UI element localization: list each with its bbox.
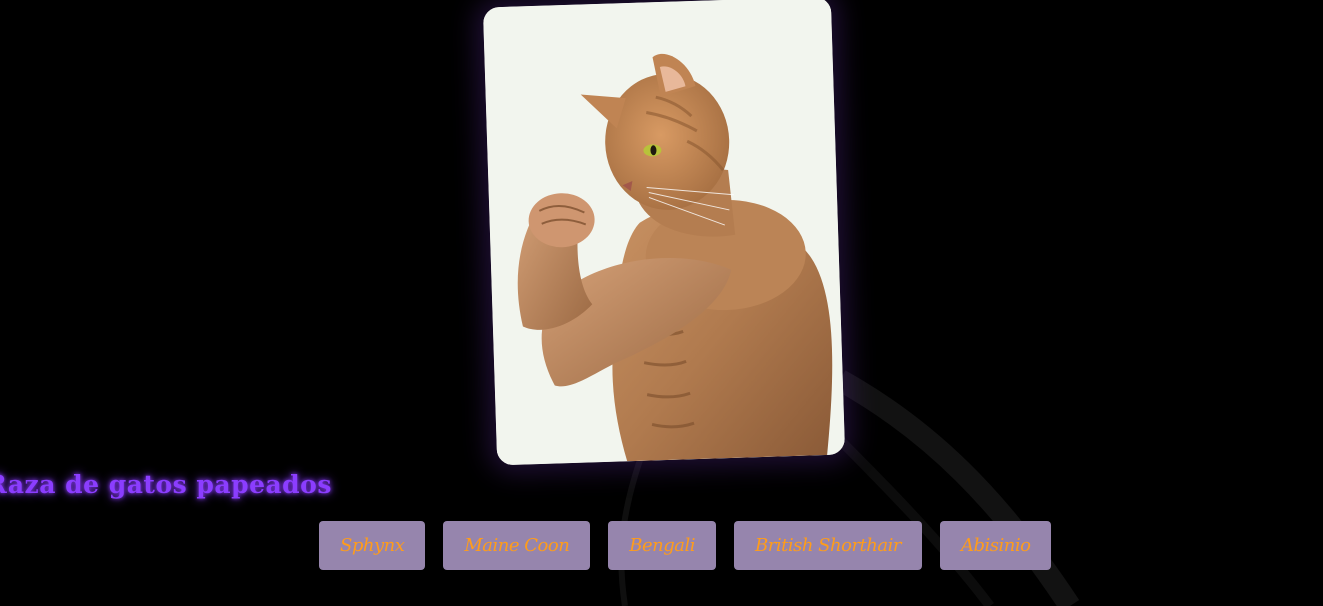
breed-nav: Sphynx Maine Coon Bengali British Shorth… — [319, 521, 1052, 570]
breed-button-maine-coon[interactable]: Maine Coon — [443, 521, 591, 570]
page-stage: Raza de gatos papeados Sphynx Maine Coon… — [0, 0, 1323, 606]
cat-image-card — [482, 0, 846, 466]
breed-button-british-shorthair[interactable]: British Shorthair — [734, 521, 922, 570]
breed-button-bengali[interactable]: Bengali — [608, 521, 717, 570]
breed-button-sphynx[interactable]: Sphynx — [319, 521, 426, 570]
breed-button-abisinio[interactable]: Abisinio — [939, 521, 1052, 570]
page-title: Raza de gatos papeados — [0, 470, 332, 499]
muscular-cat-image — [482, 0, 846, 466]
